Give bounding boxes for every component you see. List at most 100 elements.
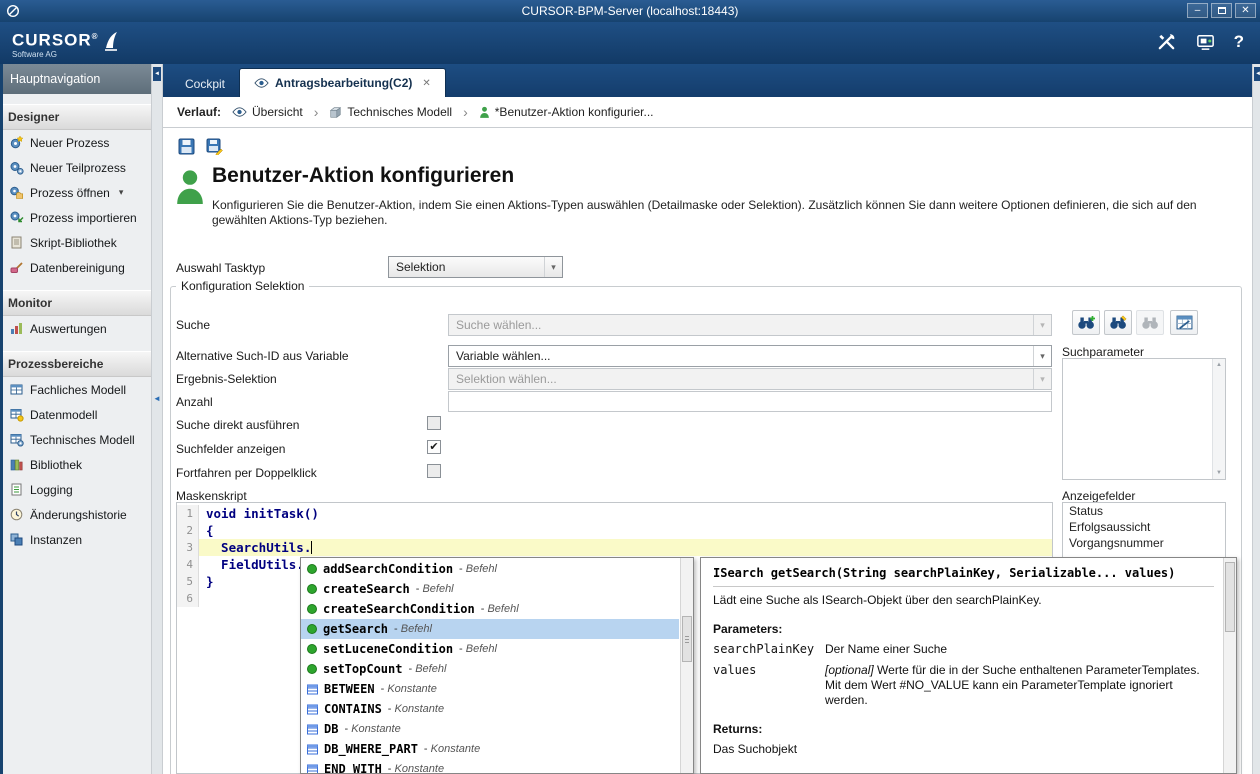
suchparameter-listbox[interactable]: ▲ ▼ — [1062, 358, 1226, 480]
breadcrumb-separator-icon: › — [463, 104, 468, 120]
sidebar-item-skript-bibliothek[interactable]: Skript-Bibliothek — [0, 230, 151, 255]
user-action-person-icon — [479, 106, 490, 119]
parameter-name: values — [713, 663, 825, 708]
change-history-icon — [9, 507, 24, 522]
tasktyp-value: Selektion — [389, 260, 544, 274]
close-button[interactable]: ✕ — [1235, 3, 1256, 18]
scroll-up-icon[interactable]: ▲ — [1213, 359, 1225, 371]
sidebar-item-label: Neuer Prozess — [30, 136, 109, 150]
autocomplete-item[interactable]: BETWEEN Konstante — [301, 679, 679, 699]
breadcrumb-separator-icon: › — [314, 104, 319, 120]
ergebnis-tabelle-button[interactable] — [1170, 310, 1198, 335]
anzeigefelder-label: Anzeigefelder — [1062, 489, 1135, 503]
suche-bearbeiten-button[interactable] — [1104, 310, 1132, 335]
parameter-row: searchPlainKey Der Name einer Suche — [713, 642, 1214, 657]
sidebar-item-neuer-teilprozess[interactable]: Neuer Teilprozess — [0, 155, 151, 180]
sidebar-item-aenderungshistorie[interactable]: Änderungshistorie — [0, 502, 151, 527]
autocomplete-item[interactable]: setLuceneCondition Befehl — [301, 639, 679, 659]
help-icon[interactable]: ? — [1234, 32, 1244, 52]
evaluations-icon — [9, 321, 24, 336]
scrollbar-thumb[interactable] — [682, 616, 692, 662]
tab-cockpit[interactable]: Cockpit — [171, 71, 239, 97]
chevron-down-icon: ▾ — [1033, 369, 1051, 389]
list-item[interactable]: Vorgangsnummer — [1063, 535, 1225, 551]
sidebar-item-prozess-oeffnen[interactable]: Prozess öffnen ▾ — [0, 180, 151, 205]
tab-strip: Cockpit Antragsbearbeitung(C2) ✕ — [163, 64, 1252, 97]
constant-icon — [307, 764, 318, 774]
suchfelder-checkbox[interactable]: ✔ — [427, 440, 441, 454]
tasktyp-label: Auswahl Tasktyp — [176, 261, 265, 275]
maximize-button[interactable] — [1211, 3, 1232, 18]
breadcrumb-item-technisches-modell[interactable]: Technisches Modell — [329, 105, 452, 119]
fortfahren-checkbox[interactable] — [427, 464, 441, 478]
list-item[interactable]: Status — [1063, 503, 1225, 519]
result-table-icon — [1176, 315, 1193, 330]
autocomplete-item[interactable]: createSearch Befehl — [301, 579, 679, 599]
item-kind: Befehl — [481, 603, 519, 615]
sidebar-splitter[interactable]: ◄ ◄ — [152, 64, 163, 774]
sidebar-item-instanzen[interactable]: Instanzen — [0, 527, 151, 552]
tab-antragsbearbeitung[interactable]: Antragsbearbeitung(C2) ✕ — [239, 68, 446, 97]
suche-direkt-checkbox[interactable] — [427, 416, 441, 430]
autocomplete-item[interactable]: END_WITH Konstante — [301, 759, 679, 774]
minimize-button[interactable]: – — [1187, 3, 1208, 18]
deployment-icon[interactable] — [1195, 31, 1216, 52]
autocomplete-scrollbar[interactable] — [680, 558, 693, 773]
save-as-button[interactable] — [204, 136, 224, 156]
code-line[interactable]: 1 void initTask() — [177, 505, 1052, 522]
sidebar-item-neuer-prozess[interactable]: Neuer Prozess — [0, 130, 151, 155]
collapse-sidebar-button[interactable]: ◄ — [153, 67, 161, 81]
code-line-active[interactable]: 3 SearchUtils. — [177, 539, 1052, 556]
right-splitter[interactable]: ◄ — [1252, 64, 1260, 774]
sidebar-item-logging[interactable]: Logging — [0, 477, 151, 502]
sidebar-item-prozess-importieren[interactable]: Prozess importieren — [0, 205, 151, 230]
such-id-select[interactable]: Variable wählen... ▾ — [448, 345, 1052, 367]
admin-tools-icon[interactable] — [1156, 31, 1177, 52]
constant-icon — [307, 744, 318, 755]
scrollbar-thumb[interactable] — [1225, 562, 1235, 632]
sidebar-item-technisches-modell[interactable]: Technisches Modell — [0, 427, 151, 452]
scroll-down-icon[interactable]: ▼ — [1213, 467, 1225, 479]
sidebar-item-datenmodell[interactable]: Datenmodell — [0, 402, 151, 427]
constant-icon — [307, 704, 318, 715]
suchparameter-scrollbar[interactable]: ▲ ▼ — [1212, 359, 1225, 479]
breadcrumb-item-benutzer-aktion[interactable]: *Benutzer-Aktion konfigurier... — [479, 105, 654, 119]
splitter-arrow-icon[interactable]: ◄ — [153, 394, 161, 403]
autocomplete-item-selected[interactable]: getSearch Befehl — [301, 619, 679, 639]
collapse-right-icon: ◄ — [1255, 71, 1260, 77]
autocomplete-item[interactable]: createSearchCondition Befehl — [301, 599, 679, 619]
doc-scrollbar[interactable] — [1223, 558, 1236, 773]
sidebar-item-auswertungen[interactable]: Auswertungen — [0, 316, 151, 341]
autocomplete-item[interactable]: DB_WHERE_PART Konstante — [301, 739, 679, 759]
anzahl-input[interactable] — [448, 391, 1052, 412]
sidebar-section-designer: Designer — [0, 104, 151, 130]
item-name: setTopCount — [323, 662, 402, 676]
item-kind: Konstante — [388, 763, 444, 774]
collapse-right-button[interactable]: ◄ — [1254, 67, 1260, 81]
sidebar-item-datenbereinigung[interactable]: Datenbereinigung — [0, 255, 151, 280]
code-text: { — [199, 522, 214, 539]
library-icon — [9, 457, 24, 472]
tab-close-icon[interactable]: ✕ — [422, 78, 430, 89]
breadcrumb-label: Übersicht — [252, 105, 303, 119]
suche-neu-button[interactable] — [1072, 310, 1100, 335]
dropdown-caret-icon[interactable]: ▾ — [119, 187, 124, 198]
code-line[interactable]: 2 { — [177, 522, 1052, 539]
autocomplete-item[interactable]: setTopCount Befehl — [301, 659, 679, 679]
autocomplete-item[interactable]: DB Konstante — [301, 719, 679, 739]
list-item[interactable]: Erfolgsaussicht — [1063, 519, 1225, 535]
autocomplete-item[interactable]: CONTAINS Konstante — [301, 699, 679, 719]
autocomplete-item[interactable]: addSearchCondition Befehl — [301, 559, 679, 579]
user-action-header-icon — [174, 168, 206, 208]
breadcrumb-item-uebersicht[interactable]: Übersicht — [232, 105, 303, 119]
save-button[interactable] — [176, 136, 196, 156]
sidebar-item-fachliches-modell[interactable]: Fachliches Modell — [0, 377, 151, 402]
suche-select[interactable]: Suche wählen... ▾ — [448, 314, 1052, 336]
tasktyp-select[interactable]: Selektion ▾ — [388, 256, 563, 278]
sidebar-item-bibliothek[interactable]: Bibliothek — [0, 452, 151, 477]
cube-icon — [329, 106, 342, 119]
sidebar-item-label: Technisches Modell — [30, 433, 135, 447]
chevron-down-icon: ▾ — [544, 257, 562, 277]
collapse-left-icon: ◄ — [154, 71, 160, 77]
parameter-row: values [optional] Werte für die in der S… — [713, 663, 1214, 708]
